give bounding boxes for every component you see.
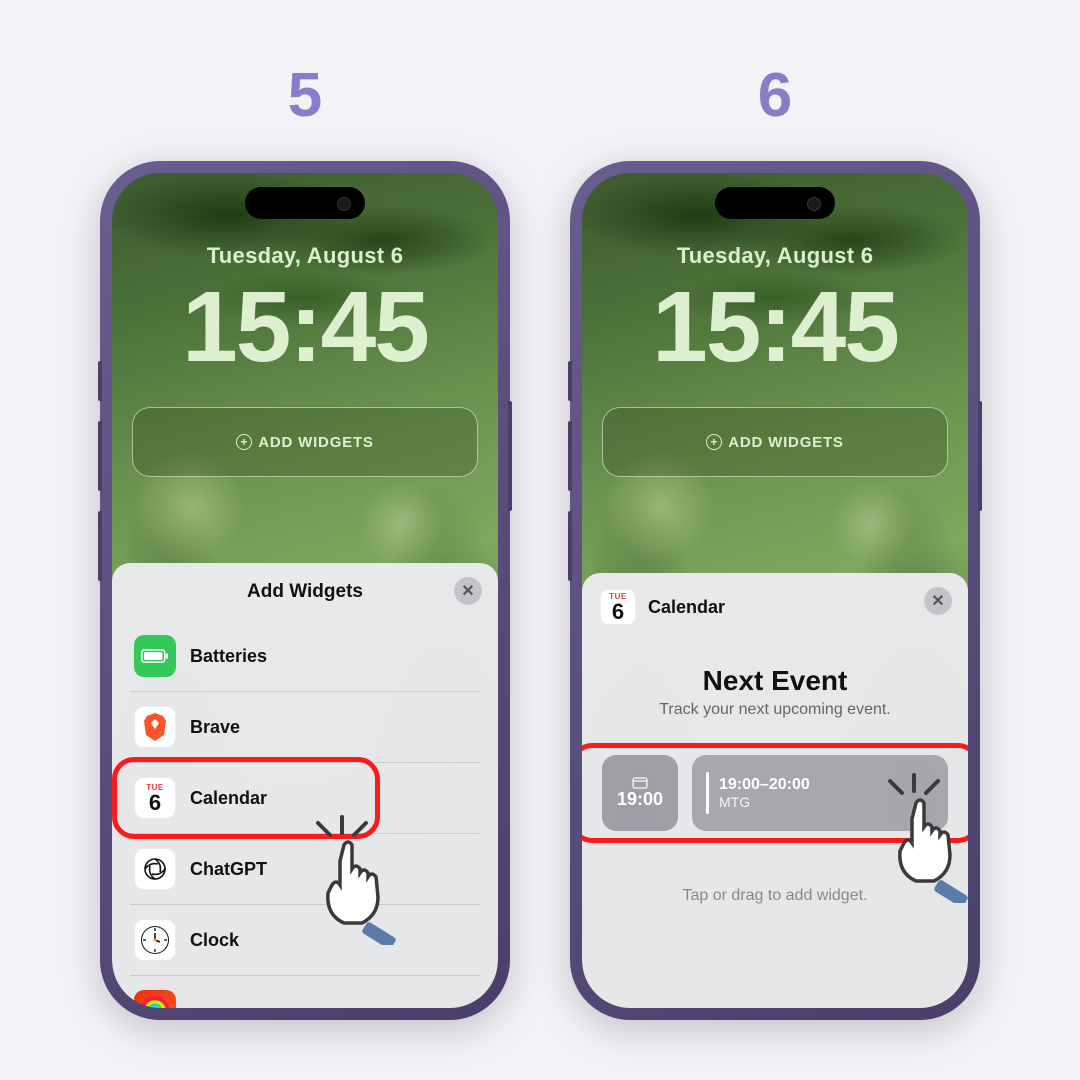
next-event-subtitle: Track your next upcoming event. [606,701,944,719]
next-event-title: Next Event [606,665,944,697]
phone-frame: Tuesday, August 6 15:45 + ADD WIDGETS TU… [570,161,980,1020]
list-item-label: Clock [190,930,239,951]
phone-screen: Tuesday, August 6 15:45 + ADD WIDGETS TU… [582,173,968,1008]
sheet-title: Add Widgets [132,581,478,603]
close-button[interactable]: ✕ [454,577,482,605]
list-item-fitness[interactable] [130,976,480,1008]
dynamic-island [715,187,835,219]
clock-icon [134,919,176,961]
list-item-batteries[interactable]: Batteries [130,621,480,692]
lockscreen-time: 15:45 [582,277,968,377]
step-5: 5 Tuesday, August 6 15:45 + ADD WIDGETS … [100,60,510,1020]
add-widgets-label: ADD WIDGETS [258,434,373,451]
plus-circle-icon: + [706,434,722,450]
add-widgets-sheet: Add Widgets ✕ Batteries [112,563,498,1008]
close-icon: ✕ [931,591,944,611]
step-number-6: 6 [758,60,792,131]
dynamic-island [245,187,365,219]
calendar-icon: TUE 6 [134,777,176,819]
close-button[interactable]: ✕ [924,587,952,615]
widget-preview-large[interactable]: 19:00–20:00 MTG [692,755,948,831]
tip-label: Tap or drag to add widget. [582,887,968,905]
calendar-widget-sheet: TUE 6 Calendar ✕ Next Event Track your n… [582,573,968,1008]
widget-preview-small[interactable]: 19:00 [602,755,678,831]
list-item-calendar[interactable]: TUE 6 Calendar [130,763,480,834]
calendar-glyph-icon [632,777,648,789]
next-event-section: Next Event Track your next upcoming even… [582,641,968,729]
list-item-label: ChatGPT [190,859,267,880]
phone-screen: Tuesday, August 6 15:45 + ADD WIDGETS Ad… [112,173,498,1008]
list-item-clock[interactable]: Clock [130,905,480,976]
lockscreen-time: 15:45 [112,277,498,377]
chatgpt-icon [134,848,176,890]
brave-icon [134,706,176,748]
add-widgets-button[interactable]: + ADD WIDGETS [132,407,478,477]
lockscreen-date: Tuesday, August 6 [112,243,498,269]
preview-time-small: 19:00 [617,789,663,810]
add-widgets-label: ADD WIDGETS [728,434,843,451]
list-item-chatgpt[interactable]: ChatGPT [130,834,480,905]
sheet-header: Add Widgets ✕ [112,563,498,621]
calendar-icon: TUE 6 [600,589,636,625]
sheet-header: TUE 6 Calendar ✕ [582,573,968,641]
phone-frame: Tuesday, August 6 15:45 + ADD WIDGETS Ad… [100,161,510,1020]
list-item-label: Batteries [190,646,267,667]
preview-time-range: 19:00–20:00 [719,776,810,794]
widget-app-list: Batteries Brave TUE 6 Calendar [112,621,498,1008]
add-widgets-button[interactable]: + ADD WIDGETS [602,407,948,477]
lockscreen-date: Tuesday, August 6 [582,243,968,269]
fitness-icon [134,990,176,1008]
list-item-brave[interactable]: Brave [130,692,480,763]
sheet-title: Calendar [648,597,725,618]
batteries-icon [134,635,176,677]
event-accent-bar [706,772,709,814]
step-number-5: 5 [288,60,322,131]
widget-preview-row: 19:00 19:00–20:00 MTG [582,729,968,857]
step-6: 6 Tuesday, August 6 15:45 + ADD WIDGETS … [570,60,980,1020]
plus-circle-icon: + [236,434,252,450]
preview-event-title: MTG [719,794,810,810]
list-item-label: Calendar [190,788,267,809]
close-icon: ✕ [461,581,474,601]
list-item-label: Brave [190,717,240,738]
